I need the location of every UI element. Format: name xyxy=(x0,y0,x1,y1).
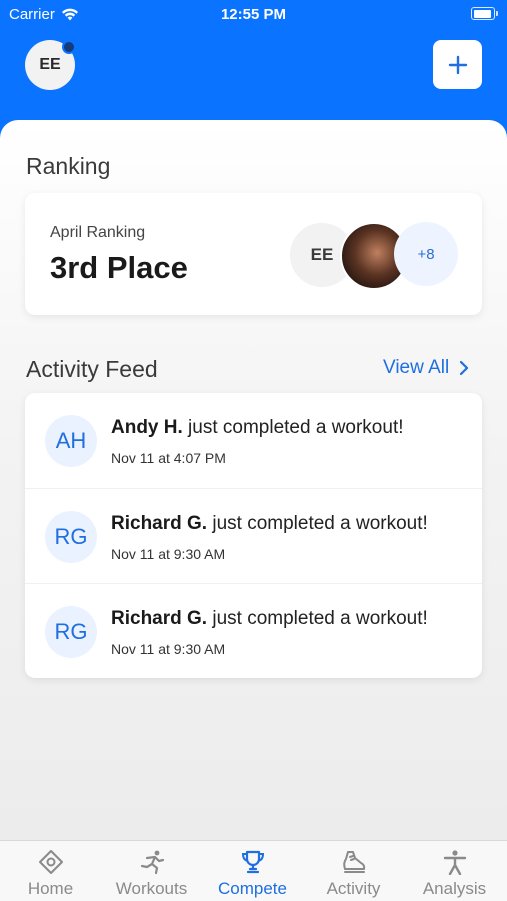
feed-avatar-initials: RG xyxy=(54,524,88,549)
feed-item[interactable]: AH Andy H. just completed a workout! Nov… xyxy=(25,393,482,488)
trophy-icon xyxy=(241,850,264,874)
activity-feed-title: Activity Feed xyxy=(26,356,158,382)
battery-icon xyxy=(471,7,498,20)
feed-avatar: AH xyxy=(45,415,97,467)
status-bar: Carrier 12:55 PM xyxy=(0,0,507,30)
feed-message: Richard G. just completed a workout! xyxy=(111,513,428,535)
feed-timestamp: Nov 11 at 9:30 AM xyxy=(111,641,226,657)
feed-item[interactable]: RG Richard G. just completed a workout! … xyxy=(25,583,482,679)
tab-compete[interactable]: Compete xyxy=(202,841,303,901)
feed-avatar-initials: AH xyxy=(55,428,87,453)
feed-avatar-initials: RG xyxy=(54,619,88,644)
tab-analysis-label: Analysis xyxy=(422,879,487,898)
feed-user-name: Richard G. xyxy=(111,513,208,534)
ranking-label: April Ranking xyxy=(50,224,146,241)
tab-compete-label: Compete xyxy=(218,879,287,898)
profile-avatar-initials: EE xyxy=(39,56,61,73)
participant-initials: EE xyxy=(310,245,334,264)
tab-activity[interactable]: Activity xyxy=(303,841,404,901)
shoe-icon xyxy=(342,851,365,873)
feed-user-name: Andy H. xyxy=(111,417,183,438)
feed-message: Richard G. just completed a workout! xyxy=(111,608,428,630)
feed-timestamp: Nov 11 at 4:07 PM xyxy=(111,450,226,466)
ranking-value: 3rd Place xyxy=(50,250,188,285)
tab-analysis[interactable]: Analysis xyxy=(404,841,505,901)
view-all-label: View All xyxy=(383,357,450,378)
chevron-right-icon xyxy=(460,360,469,376)
tab-activity-label: Activity xyxy=(326,879,381,898)
app-header: Carrier 12:55 PM EE xyxy=(0,0,507,140)
feed-action-text: just completed a workout! xyxy=(207,608,428,629)
more-participants-count: +8 xyxy=(417,245,435,263)
feed-avatar: RG xyxy=(45,511,97,563)
feed-message: Andy H. just completed a workout! xyxy=(111,417,404,439)
add-button[interactable] xyxy=(433,40,482,89)
tab-home-label: Home xyxy=(27,879,74,898)
tab-home[interactable]: Home xyxy=(0,841,101,901)
activity-feed-card: AH Andy H. just completed a workout! Nov… xyxy=(25,393,482,678)
feed-avatar: RG xyxy=(45,606,97,658)
feed-user-name: Richard G. xyxy=(111,608,208,629)
more-participants-badge: +8 xyxy=(394,222,458,286)
notification-dot xyxy=(62,40,76,54)
person-icon xyxy=(443,850,466,875)
plus-icon xyxy=(448,55,467,74)
tab-workouts[interactable]: Workouts xyxy=(101,841,202,901)
tab-bar: Home Workouts Compete Activity Analysis xyxy=(0,840,507,901)
running-icon xyxy=(140,850,164,875)
feed-action-text: just completed a workout! xyxy=(207,513,428,534)
feed-item[interactable]: RG Richard G. just completed a workout! … xyxy=(25,488,482,584)
view-all-link[interactable]: View All xyxy=(383,357,469,379)
feed-timestamp: Nov 11 at 9:30 AM xyxy=(111,546,226,562)
status-time: 12:55 PM xyxy=(220,6,287,23)
tab-workouts-label: Workouts xyxy=(115,879,188,898)
home-icon xyxy=(38,850,63,874)
ranking-card[interactable]: April Ranking 3rd Place EE +8 xyxy=(25,193,482,315)
feed-action-text: just completed a workout! xyxy=(182,417,404,438)
ranking-title: Ranking xyxy=(26,153,111,179)
